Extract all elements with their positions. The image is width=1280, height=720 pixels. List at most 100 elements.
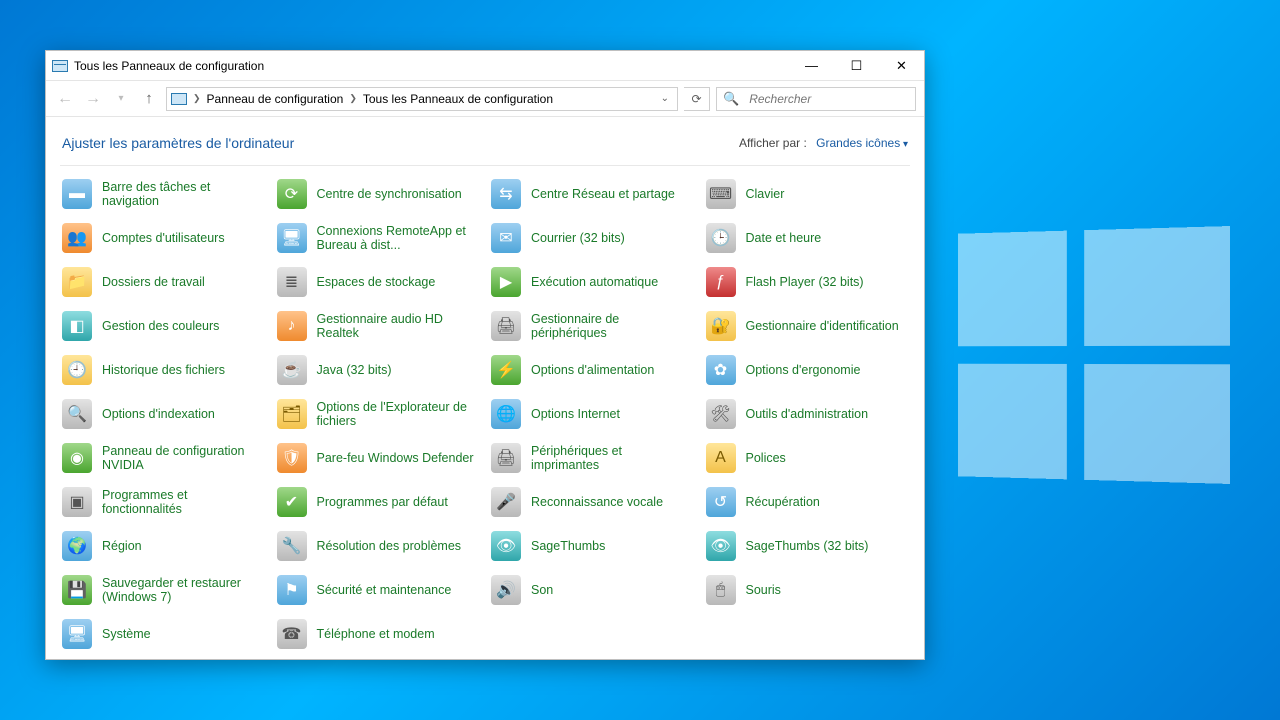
- device-manager-icon: 🖨: [491, 311, 521, 341]
- items-grid: ▬Barre des tâches et navigation⟳Centre d…: [60, 176, 910, 652]
- minimize-button[interactable]: —: [789, 51, 834, 80]
- cp-item-label: Exécution automatique: [531, 275, 658, 289]
- cp-item-nvidia-control-panel[interactable]: ◉Panneau de configuration NVIDIA: [60, 440, 267, 476]
- cp-item-speech-recognition[interactable]: 🎤Reconnaissance vocale: [489, 484, 696, 520]
- cp-item-file-explorer-options[interactable]: 🗂Options de l'Explorateur de fichiers: [275, 396, 482, 432]
- cp-item-label: Options d'alimentation: [531, 363, 654, 377]
- admin-tools-icon: 🛠: [706, 399, 736, 429]
- cp-item-label: Programmes et fonctionnalités: [102, 488, 265, 517]
- cp-item-recovery[interactable]: ↺Récupération: [704, 484, 911, 520]
- cp-item-label: Région: [102, 539, 142, 553]
- nav-recent-dropdown[interactable]: ▾: [110, 88, 132, 110]
- cp-item-label: Date et heure: [746, 231, 822, 245]
- cp-item-date-time[interactable]: 🕒Date et heure: [704, 220, 911, 256]
- cp-item-sagethumbs[interactable]: 👁SageThumbs: [489, 528, 696, 564]
- cp-item-user-accounts[interactable]: 👥Comptes d'utilisateurs: [60, 220, 267, 256]
- window-title: Tous les Panneaux de configuration: [74, 59, 264, 73]
- cp-item-flash-player-32[interactable]: ƒFlash Player (32 bits): [704, 264, 911, 300]
- cp-item-security-maintenance[interactable]: ⚑Sécurité et maintenance: [275, 572, 482, 608]
- heading-row: Ajuster les paramètres de l'ordinateur A…: [46, 117, 924, 165]
- maximize-button[interactable]: ☐: [834, 51, 879, 80]
- user-accounts-icon: 👥: [62, 223, 92, 253]
- nav-forward-button[interactable]: →: [82, 88, 104, 110]
- cp-item-keyboard[interactable]: ⌨Clavier: [704, 176, 911, 212]
- view-by-dropdown[interactable]: Grandes icônes: [816, 136, 908, 150]
- cp-item-devices-printers[interactable]: 🖨Périphériques et imprimantes: [489, 440, 696, 476]
- cp-item-credential-manager[interactable]: 🔐Gestionnaire d'identification: [704, 308, 911, 344]
- cp-item-sound[interactable]: 🔊Son: [489, 572, 696, 608]
- cp-item-fonts[interactable]: APolices: [704, 440, 911, 476]
- address-dropdown-icon[interactable]: ⌄: [657, 93, 673, 104]
- cp-item-label: Reconnaissance vocale: [531, 495, 663, 509]
- system-icon: 🖥: [62, 619, 92, 649]
- power-options-icon: ⚡: [491, 355, 521, 385]
- remoteapp-desktop-icon: 🖥: [277, 223, 307, 253]
- cp-item-label: Centre Réseau et partage: [531, 187, 675, 201]
- cp-item-sync-center[interactable]: ⟳Centre de synchronisation: [275, 176, 482, 212]
- breadcrumb-root[interactable]: Panneau de configuration: [207, 92, 344, 106]
- cp-item-windows-defender-firewall[interactable]: 🛡Pare-feu Windows Defender: [275, 440, 482, 476]
- phone-modem-icon: ☎: [277, 619, 307, 649]
- internet-options-icon: 🌐: [491, 399, 521, 429]
- close-button[interactable]: ✕: [879, 51, 924, 80]
- cp-item-storage-spaces[interactable]: ≣Espaces de stockage: [275, 264, 482, 300]
- cp-item-backup-restore-win7[interactable]: 💾Sauvegarder et restaurer (Windows 7): [60, 572, 267, 608]
- search-input[interactable]: [747, 91, 909, 107]
- address-bar[interactable]: ❯ Panneau de configuration ❯ Tous les Pa…: [166, 87, 678, 111]
- sync-center-icon: ⟳: [277, 179, 307, 209]
- cp-item-admin-tools[interactable]: 🛠Outils d'administration: [704, 396, 911, 432]
- control-panel-icon: [52, 60, 68, 72]
- cp-item-label: Espaces de stockage: [317, 275, 436, 289]
- cp-item-label: SageThumbs (32 bits): [746, 539, 869, 553]
- region-icon: 🌍: [62, 531, 92, 561]
- cp-item-internet-options[interactable]: 🌐Options Internet: [489, 396, 696, 432]
- cp-item-programs-features[interactable]: ▣Programmes et fonctionnalités: [60, 484, 267, 520]
- cp-item-label: Options d'indexation: [102, 407, 215, 421]
- cp-item-mouse[interactable]: 🖱Souris: [704, 572, 911, 608]
- cp-item-label: Connexions RemoteApp et Bureau à dist...: [317, 224, 480, 253]
- breadcrumb-current[interactable]: Tous les Panneaux de configuration: [363, 92, 553, 106]
- cp-item-label: Gestionnaire de périphériques: [531, 312, 694, 341]
- cp-item-troubleshooting[interactable]: 🔧Résolution des problèmes: [275, 528, 482, 564]
- divider: [60, 165, 910, 166]
- cp-item-region[interactable]: 🌍 Région: [60, 528, 267, 564]
- nav-up-button[interactable]: ↑: [138, 88, 160, 110]
- cp-item-sagethumbs-32[interactable]: 👁 SageThumbs (32 bits): [704, 528, 911, 564]
- cp-item-network-sharing-center[interactable]: ⇆Centre Réseau et partage: [489, 176, 696, 212]
- cp-item-label: Courrier (32 bits): [531, 231, 625, 245]
- cp-item-indexing-options[interactable]: 🔍Options d'indexation: [60, 396, 267, 432]
- flash-player-32-icon: ƒ: [706, 267, 736, 297]
- cp-item-label: Téléphone et modem: [317, 627, 435, 641]
- cp-item-phone-modem[interactable]: ☎ Téléphone et modem: [275, 616, 482, 652]
- cp-item-label: Pare-feu Windows Defender: [317, 451, 474, 465]
- cp-item-autoplay[interactable]: ▶Exécution automatique: [489, 264, 696, 300]
- chevron-right-icon: ❯: [349, 93, 357, 104]
- nav-back-button[interactable]: ←: [54, 88, 76, 110]
- cp-item-color-management[interactable]: ◧Gestion des couleurs: [60, 308, 267, 344]
- cp-item-default-programs[interactable]: ✔Programmes par défaut: [275, 484, 482, 520]
- cp-item-taskbar-navigation[interactable]: ▬Barre des tâches et navigation: [60, 176, 267, 212]
- cp-item-label: Dossiers de travail: [102, 275, 205, 289]
- cp-item-ease-of-access[interactable]: ✿ Options d'ergonomie: [704, 352, 911, 388]
- cp-item-remoteapp-desktop[interactable]: 🖥 Connexions RemoteApp et Bureau à dist..…: [275, 220, 482, 256]
- cp-item-device-manager[interactable]: 🖨 Gestionnaire de périphériques: [489, 308, 696, 344]
- cp-item-label: Barre des tâches et navigation: [102, 180, 265, 209]
- fonts-icon: A: [706, 443, 736, 473]
- cp-item-label: Sécurité et maintenance: [317, 583, 452, 597]
- page-heading: Ajuster les paramètres de l'ordinateur: [62, 135, 294, 151]
- search-box[interactable]: 🔍: [716, 87, 916, 111]
- cp-item-system[interactable]: 🖥Système: [60, 616, 267, 652]
- cp-item-mail-32[interactable]: ✉Courrier (32 bits): [489, 220, 696, 256]
- cp-item-file-history[interactable]: 🕘Historique des fichiers: [60, 352, 267, 388]
- view-by-label: Afficher par :: [739, 136, 807, 150]
- ease-of-access-icon: ✿: [706, 355, 736, 385]
- refresh-button[interactable]: ⟳: [684, 87, 710, 111]
- cp-item-power-options[interactable]: ⚡ Options d'alimentation: [489, 352, 696, 388]
- cp-item-label: Options d'ergonomie: [746, 363, 861, 377]
- cp-item-realtek-hd-audio[interactable]: ♪Gestionnaire audio HD Realtek: [275, 308, 482, 344]
- cp-item-work-folders[interactable]: 📁Dossiers de travail: [60, 264, 267, 300]
- navigation-bar: ← → ▾ ↑ ❯ Panneau de configuration ❯ Tou…: [46, 81, 924, 117]
- sagethumbs-32-icon: 👁: [706, 531, 736, 561]
- cp-item-java-32[interactable]: ☕Java (32 bits): [275, 352, 482, 388]
- items-area: ▬Barre des tâches et navigation⟳Centre d…: [46, 176, 924, 659]
